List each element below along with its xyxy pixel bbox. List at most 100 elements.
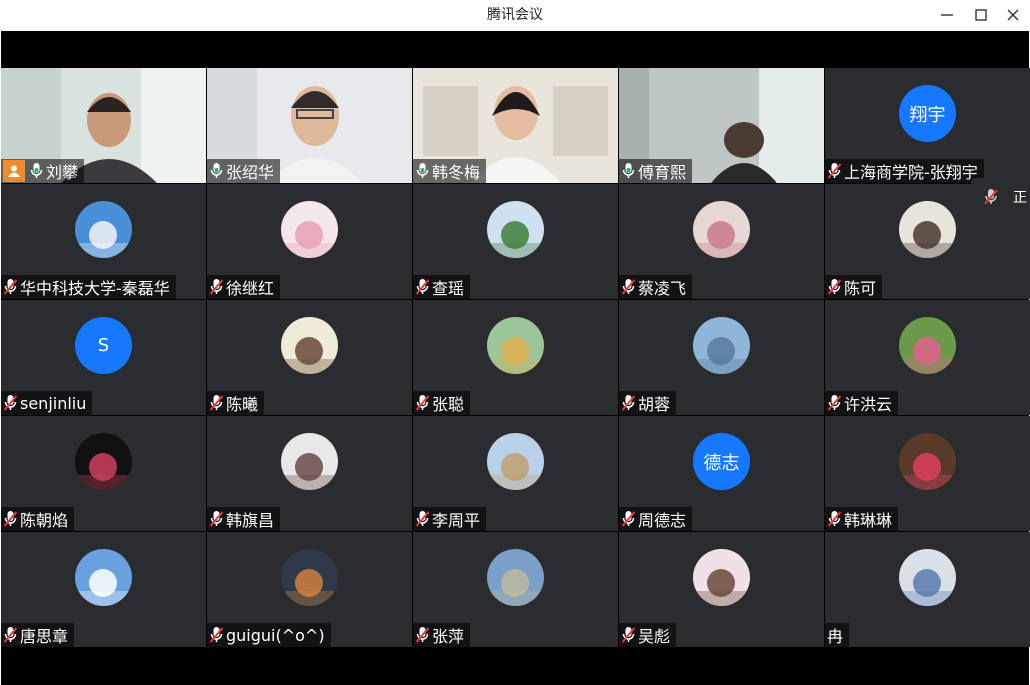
participant-avatar	[899, 317, 956, 374]
window-title: 腾讯会议	[487, 7, 543, 23]
participant-avatar	[281, 549, 338, 606]
participant-name-tag: 许洪云	[825, 391, 899, 415]
participant-tile[interactable]: 傅育熙	[619, 68, 824, 183]
meeting-area: 刘攀 张绍华 韩冬梅 傅育熙 翔宇上海商学院-张翔宇华中科技大学-秦磊华 徐继红 查瑶 蔡凌飞…	[1, 31, 1030, 685]
close-button[interactable]	[996, 0, 1030, 30]
participant-name-tag: 陈朝焰	[1, 507, 75, 531]
maximize-button[interactable]	[964, 0, 998, 30]
participant-name-tag: 查瑶	[413, 275, 471, 299]
mic-muted-icon	[415, 510, 430, 528]
participant-tile[interactable]: 刘攀	[1, 68, 206, 183]
participant-name-tag: 陈可	[825, 275, 883, 299]
participant-tile[interactable]: 陈曦	[207, 300, 412, 415]
participant-name-tag: 徐继红	[207, 275, 281, 299]
participant-name: 许洪云	[844, 395, 893, 414]
participant-tile[interactable]: 韩旗昌	[207, 416, 412, 531]
mic-muted-icon	[621, 394, 636, 412]
mic-muted-icon	[415, 626, 430, 644]
side-popup[interactable]: 正	[971, 178, 1030, 216]
participant-name-tag: senjinliu	[1, 391, 93, 415]
mic-muted-icon	[621, 626, 636, 644]
participant-name: 张萍	[432, 627, 465, 646]
participant-name: 蔡凌飞	[638, 279, 687, 298]
participant-name: 张绍华	[226, 163, 275, 182]
participant-tile[interactable]: 查瑶	[413, 184, 618, 299]
participant-name-tag: 李周平	[413, 507, 487, 531]
participant-tile[interactable]: 华中科技大学-秦磊华	[1, 184, 206, 299]
mic-muted-icon	[827, 394, 842, 412]
mic-muted-icon	[827, 162, 842, 180]
participant-tile[interactable]: 张聪	[413, 300, 618, 415]
participant-name-tag: 华中科技大学-秦磊华	[1, 275, 176, 299]
participant-avatar	[281, 201, 338, 258]
participant-tile[interactable]: 蔡凌飞	[619, 184, 824, 299]
participant-tile[interactable]: 唐思章	[1, 532, 206, 647]
participant-name-tag: 上海商学院-张翔宇	[825, 159, 984, 183]
top-bar	[1, 31, 1029, 68]
participant-tile[interactable]: 张萍	[413, 532, 618, 647]
mic-on-icon	[209, 162, 224, 180]
participant-tile[interactable]: 德志 周德志	[619, 416, 824, 531]
mic-muted-icon	[415, 394, 430, 412]
participant-name-tag: 张萍	[413, 623, 471, 647]
participant-name: 吴彪	[638, 627, 671, 646]
mic-on-icon	[29, 162, 44, 180]
minimize-button[interactable]	[930, 0, 964, 30]
mic-muted-icon	[3, 510, 18, 528]
participant-avatar	[693, 549, 750, 606]
mic-muted-icon	[209, 278, 224, 296]
participant-tile[interactable]: 张绍华	[207, 68, 412, 183]
participant-avatar	[899, 201, 956, 258]
mic-muted-icon	[984, 189, 998, 205]
participant-name-tag: 蔡凌飞	[619, 275, 693, 299]
participant-name: 傅育熙	[638, 163, 687, 182]
participant-tile[interactable]: 许洪云	[825, 300, 1030, 415]
participant-avatar	[487, 317, 544, 374]
close-icon	[1007, 9, 1019, 21]
participant-name: 韩旗昌	[226, 511, 275, 530]
participant-tile[interactable]: 李周平	[413, 416, 618, 531]
participant-name-tag: 傅育熙	[619, 159, 693, 183]
participant-name: senjinliu	[20, 393, 87, 413]
participant-tile[interactable]: 胡蓉	[619, 300, 824, 415]
participant-name: 韩琳琳	[844, 511, 893, 530]
participant-avatar	[693, 201, 750, 258]
participant-name: 华中科技大学-秦磊华	[20, 279, 170, 298]
participant-tile[interactable]: 翔宇上海商学院-张翔宇	[825, 68, 1030, 183]
participant-name-tag: 韩冬梅	[413, 159, 487, 183]
participant-name: 李周平	[432, 511, 481, 530]
mic-muted-icon	[621, 278, 636, 296]
participant-tile[interactable]: 冉	[825, 532, 1030, 647]
participant-tile[interactable]: guigui(^o^)	[207, 532, 412, 647]
participant-name: 冉	[827, 627, 844, 646]
participant-name-tag: 张聪	[413, 391, 471, 415]
participant-avatar	[899, 433, 956, 490]
title-bar: 腾讯会议	[0, 0, 1030, 30]
participant-avatar: 翔宇	[899, 85, 956, 142]
participant-tile[interactable]: 陈朝焰	[1, 416, 206, 531]
participant-name-tag: 胡蓉	[619, 391, 677, 415]
participant-name: 上海商学院-张翔宇	[844, 163, 978, 182]
participant-avatar: S	[75, 317, 132, 374]
participant-tile[interactable]: 韩琳琳	[825, 416, 1030, 531]
participant-name: 唐思章	[20, 627, 69, 646]
mic-muted-icon	[621, 510, 636, 528]
participant-name-tag: 周德志	[619, 507, 693, 531]
participant-name: 周德志	[638, 511, 687, 530]
mic-muted-icon	[3, 626, 18, 644]
participant-name: 陈曦	[226, 395, 259, 414]
mic-muted-icon	[827, 278, 842, 296]
mic-on-icon	[415, 162, 430, 180]
participant-tile[interactable]: 徐继红	[207, 184, 412, 299]
participant-name-tag: 韩旗昌	[207, 507, 281, 531]
participant-tile[interactable]: 韩冬梅	[413, 68, 618, 183]
participant-tile[interactable]: Ssenjinliu	[1, 300, 206, 415]
minimize-icon	[941, 14, 953, 16]
participant-avatar	[487, 201, 544, 258]
participant-name-tag: 冉	[825, 623, 850, 647]
participant-name-tag: 张绍华	[207, 159, 281, 183]
participant-avatar	[75, 549, 132, 606]
participant-tile[interactable]: 吴彪	[619, 532, 824, 647]
participant-name-tag: 陈曦	[207, 391, 265, 415]
participant-avatar	[693, 317, 750, 374]
